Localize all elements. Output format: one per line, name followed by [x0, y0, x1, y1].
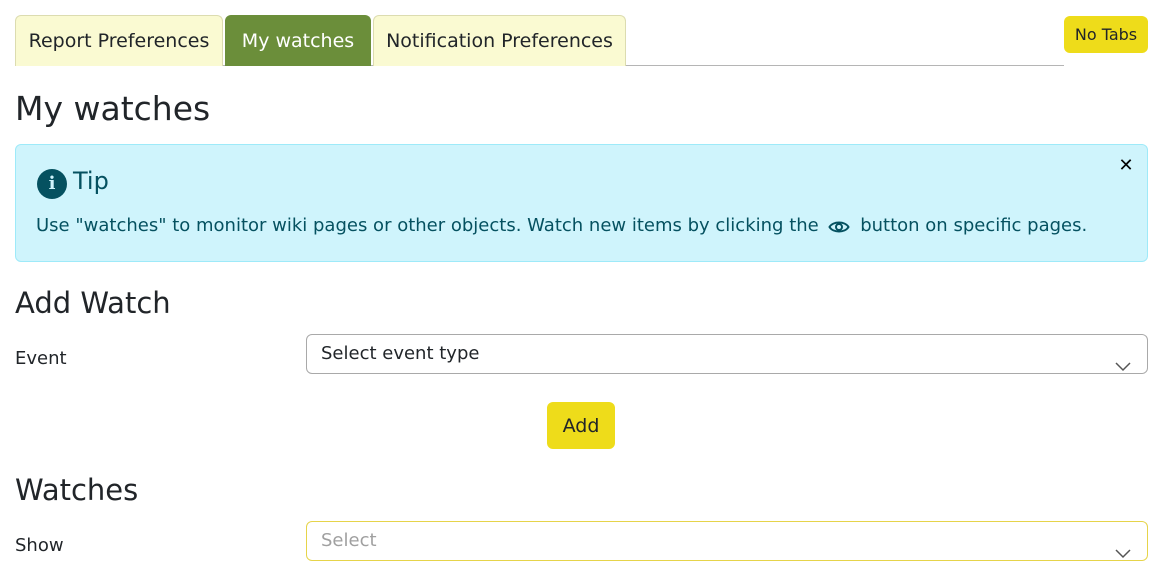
- tab-my-watches[interactable]: My watches: [225, 15, 371, 66]
- page-title: My watches: [15, 89, 211, 128]
- show-label: Show: [15, 535, 64, 556]
- event-label: Event: [15, 348, 67, 369]
- tip-title: Tip: [73, 167, 109, 195]
- no-tabs-button[interactable]: No Tabs: [1064, 16, 1148, 53]
- tip-text-after: button on specific pages.: [860, 215, 1088, 236]
- add-button[interactable]: Add: [547, 402, 615, 449]
- chevron-down-icon: [1115, 348, 1131, 386]
- tab-report-preferences[interactable]: Report Preferences: [15, 15, 223, 66]
- show-select[interactable]: Select: [306, 521, 1148, 561]
- eye-icon: [828, 219, 851, 240]
- tip-text: Use "watches" to monitor wiki pages or o…: [36, 215, 1087, 240]
- tip-text-before: Use "watches" to monitor wiki pages or o…: [36, 215, 819, 236]
- info-icon: i: [37, 169, 67, 199]
- close-icon[interactable]: ✕: [1115, 155, 1137, 177]
- chevron-down-icon: [1115, 535, 1131, 573]
- tab-bar: Report Preferences My watches Notificati…: [15, 15, 1064, 66]
- tab-notification-preferences[interactable]: Notification Preferences: [373, 15, 626, 66]
- event-type-select-value: Select event type: [321, 343, 480, 364]
- show-select-placeholder: Select: [321, 530, 377, 551]
- watches-title: Watches: [15, 473, 139, 507]
- tip-alert: i Tip Use "watches" to monitor wiki page…: [15, 144, 1148, 262]
- event-type-select[interactable]: Select event type: [306, 334, 1148, 374]
- add-watch-title: Add Watch: [15, 286, 171, 320]
